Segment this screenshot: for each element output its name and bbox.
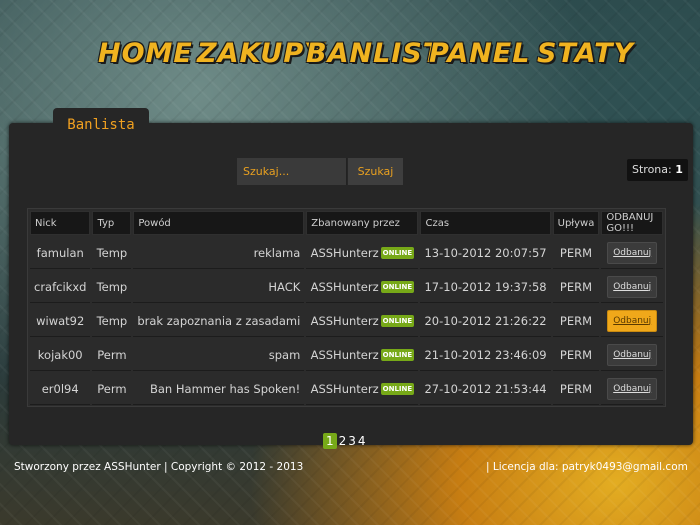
page-indicator-value: 1: [675, 163, 683, 176]
online-badge: ONLINE: [380, 315, 415, 327]
online-badge: ONLINE: [380, 383, 415, 395]
footer-copyright: Stworzony przez ASSHunter | Copyright © …: [14, 461, 304, 473]
admin-name: ASSHunterz: [310, 381, 379, 396]
cell-admin: ASSHunterz ONLINE: [306, 305, 419, 337]
page-link-3[interactable]: 3: [348, 434, 356, 448]
unban-button[interactable]: Odbanuj: [607, 343, 658, 366]
cell-action: Odbanuj: [601, 339, 663, 371]
cell-nick: famulan: [30, 237, 91, 269]
footer-license: | Licencja dla: patryk0493@gmail.com: [486, 461, 688, 473]
page-current[interactable]: 1: [323, 433, 337, 449]
nav-home[interactable]: HOME: [98, 38, 193, 69]
unban-button-hovered[interactable]: Odbanuj: [607, 309, 658, 332]
admin-name: ASSHunterz: [310, 313, 379, 328]
page-indicator: Strona: 1: [627, 159, 688, 181]
cell-powod: Ban Hammer has Spoken!: [133, 373, 305, 405]
cell-powod: brak zapoznania z zasadami: [133, 305, 305, 337]
cell-powod: reklama: [133, 237, 305, 269]
cell-admin: ASSHunterz ONLINE: [306, 237, 419, 269]
cell-uplywa: PERM: [552, 305, 600, 337]
online-badge: ONLINE: [380, 281, 415, 293]
cell-nick: crafcikxd: [30, 271, 91, 303]
cell-action: Odbanuj: [601, 305, 663, 337]
cell-uplywa: PERM: [552, 271, 600, 303]
cell-czas: 21-10-2012 23:46:09: [420, 339, 551, 371]
cell-uplywa: PERM: [552, 339, 600, 371]
column-header-typ[interactable]: Typ: [92, 211, 132, 235]
column-header-uplywa[interactable]: Upływa: [552, 211, 600, 235]
cell-powod: HACK: [133, 271, 305, 303]
cell-powod: spam: [133, 339, 305, 371]
admin-name: ASSHunterz: [310, 245, 379, 260]
column-header-zbanowany-przez[interactable]: Zbanowany przez: [306, 211, 419, 235]
cell-admin: ASSHunterz ONLINE: [306, 373, 419, 405]
table-row: famulan Temp reklama ASSHunterz ONLINE 13…: [30, 237, 663, 269]
cell-action: Odbanuj: [601, 271, 663, 303]
cell-admin: ASSHunterz ONLINE: [306, 271, 419, 303]
admin-name: ASSHunterz: [310, 279, 379, 294]
admin-name: ASSHunterz: [310, 347, 379, 362]
cell-czas: 17-10-2012 19:37:58: [420, 271, 551, 303]
unban-button[interactable]: Odbanuj: [607, 275, 658, 298]
page-link-4[interactable]: 4: [358, 434, 366, 448]
table-row: kojak00 Perm spam ASSHunterz ONLINE 21-10…: [30, 339, 663, 371]
cell-admin: ASSHunterz ONLINE: [306, 339, 419, 371]
page-link-2[interactable]: 2: [339, 434, 347, 448]
cell-typ: Temp: [92, 237, 132, 269]
cell-typ: Perm: [92, 373, 132, 405]
panel-tab-title: Banlista: [53, 108, 149, 140]
table-header-row: Nick Typ Powód Zbanowany przez Czas Upły…: [30, 211, 663, 235]
nav-banlist[interactable]: BANLIST: [306, 38, 442, 69]
cell-czas: 27-10-2012 21:53:44: [420, 373, 551, 405]
cell-nick: wiwat92: [30, 305, 91, 337]
cell-czas: 13-10-2012 20:07:57: [420, 237, 551, 269]
column-header-odbanuj: ODBANUJ GO!!!: [601, 211, 663, 235]
online-badge: ONLINE: [380, 247, 415, 259]
table-row: crafcikxd Temp HACK ASSHunterz ONLINE 17-…: [30, 271, 663, 303]
cell-action: Odbanuj: [601, 237, 663, 269]
cell-nick: kojak00: [30, 339, 91, 371]
cell-czas: 20-10-2012 21:26:22: [420, 305, 551, 337]
cell-typ: Temp: [92, 271, 132, 303]
column-header-nick[interactable]: Nick: [30, 211, 91, 235]
main-nav: HOME ZAKUPY BANLIST PANEL STATY: [0, 38, 700, 78]
unban-button[interactable]: Odbanuj: [607, 241, 658, 264]
column-header-czas[interactable]: Czas: [420, 211, 551, 235]
nav-staty[interactable]: STATY: [537, 38, 634, 69]
cell-action: Odbanuj: [601, 373, 663, 405]
cell-uplywa: PERM: [552, 237, 600, 269]
search-button[interactable]: Szukaj: [348, 158, 403, 185]
column-header-powod[interactable]: Powód: [133, 211, 305, 235]
table-row: er0l94 Perm Ban Hammer has Spoken! ASSHu…: [30, 373, 663, 405]
online-badge: ONLINE: [380, 349, 415, 361]
page-indicator-label: Strona:: [632, 163, 672, 176]
cell-uplywa: PERM: [552, 373, 600, 405]
cell-nick: er0l94: [30, 373, 91, 405]
cell-typ: Temp: [92, 305, 132, 337]
pagination: 1234: [323, 433, 368, 449]
nav-panel[interactable]: PANEL: [429, 38, 530, 69]
banlist-table: Nick Typ Powód Zbanowany przez Czas Upły…: [28, 209, 665, 407]
unban-button[interactable]: Odbanuj: [607, 377, 658, 400]
table-row: wiwat92 Temp brak zapoznania z zasadami …: [30, 305, 663, 337]
search-input[interactable]: [237, 158, 347, 185]
cell-typ: Perm: [92, 339, 132, 371]
banlist-table-container: Nick Typ Powód Zbanowany przez Czas Upły…: [27, 208, 666, 407]
